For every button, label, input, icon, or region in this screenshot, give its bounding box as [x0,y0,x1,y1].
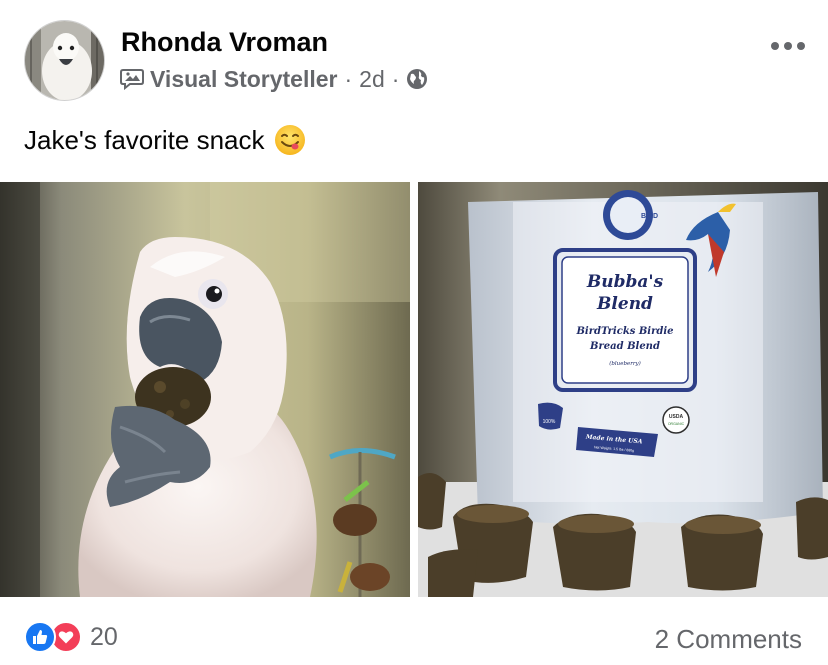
post-header: Rhonda Vroman Visual Storyteller · 2d · [0,0,828,110]
bag-title-line2: Blend [596,294,653,314]
bag-brand-text: BIRD [641,213,658,220]
post-caption: Jake's favorite snack [24,124,265,155]
more-dots-icon [771,42,805,50]
post-time[interactable]: 2d [359,66,385,93]
usda-seal-top: USDA [669,414,684,420]
usda-seal-bottom: ORGANIC [668,422,685,426]
bag-flavor: (blueberry) [609,360,641,367]
post-meta: Visual Storyteller · 2d · [120,64,428,94]
comments-link[interactable]: 2 Comments [655,624,802,655]
bag-title-line1: Bubba's [586,272,664,292]
meta-separator: · [391,65,400,92]
bag-percent: 100% [543,419,556,425]
bag-sub-line2: Bread Blend [589,341,660,352]
more-options-button[interactable] [762,30,814,62]
badge-label[interactable]: Visual Storyteller [150,66,338,93]
like-reaction-icon [24,621,56,653]
avatar[interactable] [24,20,105,101]
reactions-summary[interactable]: 20 [24,621,118,653]
bag-sub-line1: BirdTricks Birdie [575,326,673,337]
bubbas-blend-bag-photo[interactable]: BIRD Bubba's Blend BirdTricks Birdie Bre… [418,182,828,597]
cockatoo-eating-photo[interactable] [0,182,410,597]
visual-storyteller-badge-icon [120,68,146,91]
reaction-count: 20 [90,622,118,651]
post-footer: 20 2 Comments [0,605,828,665]
author-name[interactable]: Rhonda Vroman [121,27,328,58]
yum-face-emoji-icon [274,124,306,156]
globe-icon [406,68,428,90]
meta-separator: · [344,65,353,92]
post-text: Jake's favorite snack [24,124,306,156]
